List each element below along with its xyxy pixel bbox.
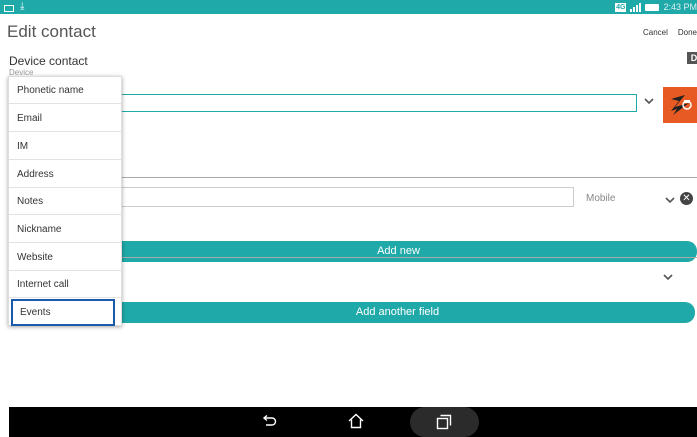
cancel-button[interactable]: Cancel bbox=[643, 28, 668, 37]
chevron-down-icon[interactable] bbox=[643, 95, 655, 107]
photo-placeholder-icon bbox=[671, 95, 692, 115]
download-icon: ⤓ bbox=[20, 1, 25, 12]
status-time: 2:43 PM bbox=[663, 2, 697, 12]
menu-item-phonetic-name[interactable]: Phonetic name bbox=[9, 77, 121, 104]
network-type-label: 4G bbox=[615, 2, 627, 12]
menu-item-nickname[interactable]: Nickname bbox=[9, 216, 121, 243]
page-title: Edit contact bbox=[7, 22, 96, 41]
menu-item-notes[interactable]: Notes bbox=[9, 188, 121, 215]
signal-icon bbox=[630, 2, 642, 12]
menu-item-email[interactable]: Email bbox=[9, 105, 121, 132]
recent-apps-icon[interactable] bbox=[436, 414, 452, 430]
divider bbox=[100, 257, 697, 258]
app-bar: Edit contact Cancel Done bbox=[0, 14, 697, 48]
status-bar: ⤓ 4G 2:43 PM bbox=[0, 0, 697, 14]
phone-type-label[interactable]: Mobile bbox=[586, 193, 615, 204]
menu-item-website[interactable]: Website bbox=[9, 244, 121, 271]
chevron-down-icon[interactable] bbox=[662, 271, 674, 283]
mail-icon bbox=[4, 4, 14, 12]
back-icon[interactable] bbox=[261, 415, 277, 429]
divider bbox=[100, 177, 697, 178]
menu-item-events[interactable]: Events bbox=[11, 299, 115, 326]
remove-phone-icon[interactable]: ✕ bbox=[680, 192, 693, 205]
menu-item-address[interactable]: Address bbox=[9, 161, 121, 188]
account-name: Device contact bbox=[9, 54, 88, 68]
menu-item-internet-call[interactable]: Internet call bbox=[9, 271, 121, 298]
menu-item-im[interactable]: IM bbox=[9, 133, 121, 160]
battery-icon bbox=[645, 3, 660, 11]
account-switch-icon[interactable]: D bbox=[687, 52, 697, 64]
name-field[interactable] bbox=[100, 94, 637, 112]
contact-photo[interactable] bbox=[663, 87, 697, 123]
navigation-bar bbox=[9, 407, 697, 437]
home-icon[interactable] bbox=[348, 413, 364, 429]
phone-field[interactable] bbox=[100, 187, 574, 207]
done-button[interactable]: Done bbox=[678, 28, 697, 37]
chevron-down-icon[interactable] bbox=[664, 194, 676, 206]
add-another-field-button[interactable]: Add another field bbox=[100, 302, 695, 323]
add-field-menu: Phonetic name Email IM Address Notes Nic… bbox=[8, 76, 122, 326]
edit-contact-screen: ⤓ 4G 2:43 PM Edit contact Cancel Done De… bbox=[0, 0, 697, 437]
add-new-button[interactable]: Add new bbox=[100, 241, 697, 262]
